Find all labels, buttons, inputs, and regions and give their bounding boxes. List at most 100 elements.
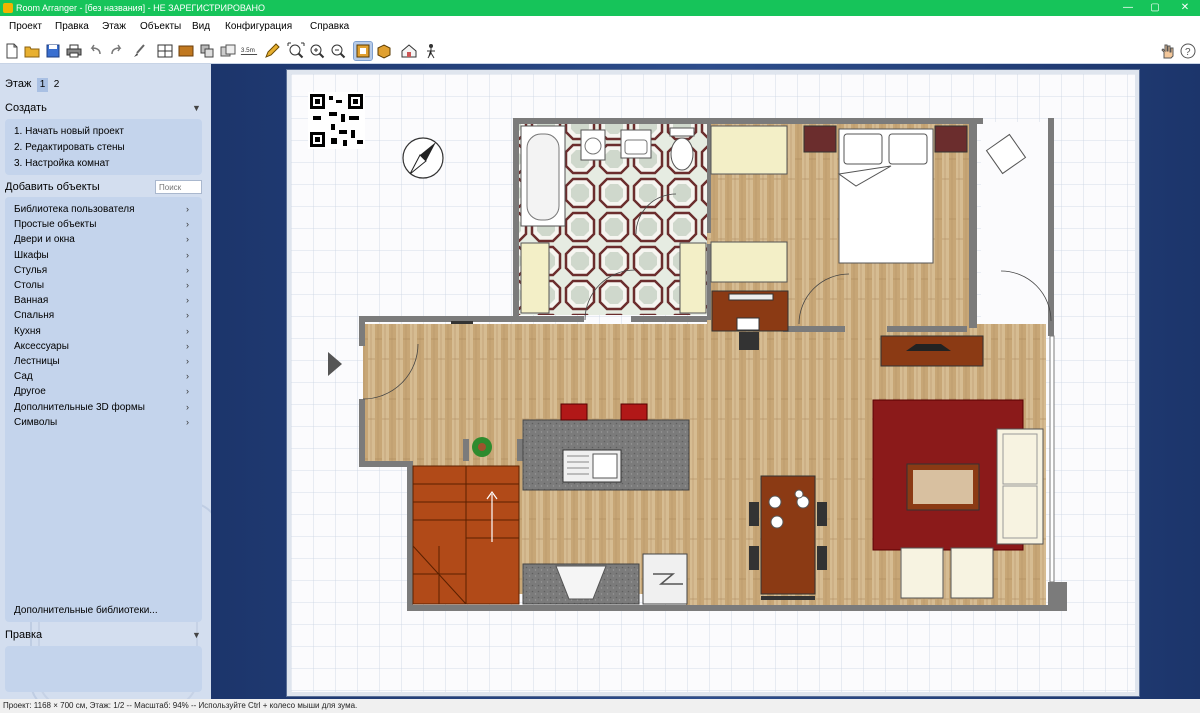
svg-text:?: ?: [1185, 47, 1191, 58]
bar-stool: [620, 403, 648, 421]
bar-stool: [560, 403, 588, 421]
group-icon[interactable]: [198, 42, 216, 60]
drawing-sheet[interactable]: [286, 69, 1140, 697]
menu-edit[interactable]: Правка: [55, 20, 89, 34]
maximize-button[interactable]: ▢: [1142, 0, 1168, 16]
minimize-button[interactable]: —: [1115, 0, 1141, 16]
step-room-settings[interactable]: 3. Настройка комнат: [14, 158, 110, 169]
canvas-area[interactable]: [211, 64, 1200, 699]
desk: [711, 290, 789, 332]
category-item[interactable]: Спальня: [14, 310, 54, 321]
menu-objects[interactable]: Объекты: [140, 20, 181, 34]
menu-floor[interactable]: Этаж: [102, 20, 126, 34]
category-item[interactable]: Шкафы: [14, 250, 49, 261]
qr-code: [308, 92, 365, 149]
measure-icon[interactable]: 3.5m: [240, 42, 260, 60]
staircase: [412, 465, 520, 605]
dining-chair: [749, 546, 759, 570]
open-icon[interactable]: [23, 42, 41, 60]
cabinet: [520, 242, 550, 314]
chevron-right-icon: ›: [186, 219, 189, 230]
menu-configuration[interactable]: Конфигурация: [225, 20, 292, 34]
coffee-table: [906, 463, 980, 511]
category-item[interactable]: Дополнительные 3D формы: [14, 402, 145, 413]
close-button[interactable]: ✕: [1172, 0, 1198, 16]
category-item[interactable]: Кухня: [14, 326, 41, 337]
more-libraries-link[interactable]: Дополнительные библиотеки...: [14, 605, 158, 616]
print-icon[interactable]: [65, 42, 83, 60]
floor-icon[interactable]: [177, 42, 195, 60]
category-item[interactable]: Символы: [14, 417, 57, 428]
edit-panel: [5, 646, 202, 692]
wall-icon[interactable]: [156, 42, 174, 60]
copy-icon[interactable]: [219, 42, 237, 60]
category-item[interactable]: Двери и окна: [14, 234, 75, 245]
chevron-right-icon: ›: [186, 416, 189, 427]
chevron-right-icon: ›: [186, 264, 189, 275]
category-item[interactable]: Стулья: [14, 265, 47, 276]
zoom-in-icon[interactable]: [308, 42, 326, 60]
menu-bar: Проект Правка Этаж Объекты Вид Конфигура…: [0, 16, 1200, 38]
collapse-arrow-icon[interactable]: ▼: [192, 630, 201, 640]
chevron-right-icon: ›: [186, 371, 189, 382]
floor-tab-1[interactable]: 1: [37, 78, 48, 92]
zoom-fit-icon[interactable]: [287, 42, 305, 60]
brush-icon[interactable]: [130, 42, 148, 60]
save-icon[interactable]: [44, 42, 62, 60]
armchair: [900, 547, 944, 599]
wall-switch: [451, 321, 473, 324]
pencil-icon[interactable]: [263, 42, 281, 60]
wardrobe: [710, 125, 788, 175]
menu-view[interactable]: Вид: [192, 20, 210, 34]
category-item[interactable]: Ванная: [14, 295, 48, 306]
3d-walk-icon[interactable]: [422, 42, 440, 60]
step-new-project[interactable]: 1. Начать новый проект: [14, 126, 124, 137]
zoom-out-icon[interactable]: [329, 42, 347, 60]
3d-house-icon[interactable]: [400, 42, 418, 60]
menu-project[interactable]: Проект: [9, 20, 42, 34]
cabinet: [679, 242, 707, 314]
category-item[interactable]: Сад: [14, 371, 33, 382]
hand-icon[interactable]: [1158, 42, 1176, 60]
new-icon[interactable]: [3, 42, 21, 60]
category-item[interactable]: Простые объекты: [14, 219, 96, 230]
stove: [642, 553, 688, 605]
menu-help[interactable]: Справка: [310, 20, 349, 34]
category-item[interactable]: Лестницы: [14, 356, 60, 367]
nightstand: [803, 125, 837, 153]
sink: [580, 129, 606, 161]
search-input[interactable]: [155, 180, 202, 194]
view-3d-box-icon[interactable]: [375, 42, 393, 60]
category-item[interactable]: Библиотека пользователя: [14, 204, 134, 215]
sink: [620, 129, 652, 159]
dining-chair: [749, 502, 759, 526]
tv-stand: [880, 335, 984, 367]
undo-icon[interactable]: [86, 42, 104, 60]
category-item[interactable]: Столы: [14, 280, 44, 291]
office-chair: [739, 332, 759, 350]
sofa: [996, 428, 1044, 545]
dining-chair: [761, 596, 815, 600]
sidebar: Этаж 1 2 Создать ▼ 1. Начать новый проек…: [0, 64, 211, 699]
floor-label: Этаж: [5, 78, 32, 90]
redo-icon[interactable]: [108, 42, 126, 60]
chevron-right-icon: ›: [186, 325, 189, 336]
svg-text:3.5m: 3.5m: [241, 47, 255, 54]
help-icon[interactable]: ?: [1179, 42, 1197, 60]
create-section-title[interactable]: Создать: [5, 102, 47, 114]
floor-plan[interactable]: [291, 74, 1135, 692]
floor-tab-2[interactable]: 2: [51, 78, 62, 92]
wardrobe: [710, 241, 788, 283]
dining-table: [760, 475, 816, 595]
category-item[interactable]: Аксессуары: [14, 341, 69, 352]
compass-icon[interactable]: [402, 137, 444, 179]
category-item[interactable]: Другое: [14, 386, 46, 397]
collapse-arrow-icon[interactable]: ▼: [192, 103, 201, 113]
title-bar: Room Arranger - [без названия] - НЕ ЗАРЕ…: [0, 0, 1200, 16]
edit-section-title[interactable]: Правка: [5, 629, 42, 641]
view-2d-icon[interactable]: [353, 41, 373, 61]
armchair: [950, 547, 994, 599]
step-edit-walls[interactable]: 2. Редактировать стены: [14, 142, 125, 153]
dining-chair: [817, 502, 827, 526]
chevron-right-icon: ›: [186, 310, 189, 321]
